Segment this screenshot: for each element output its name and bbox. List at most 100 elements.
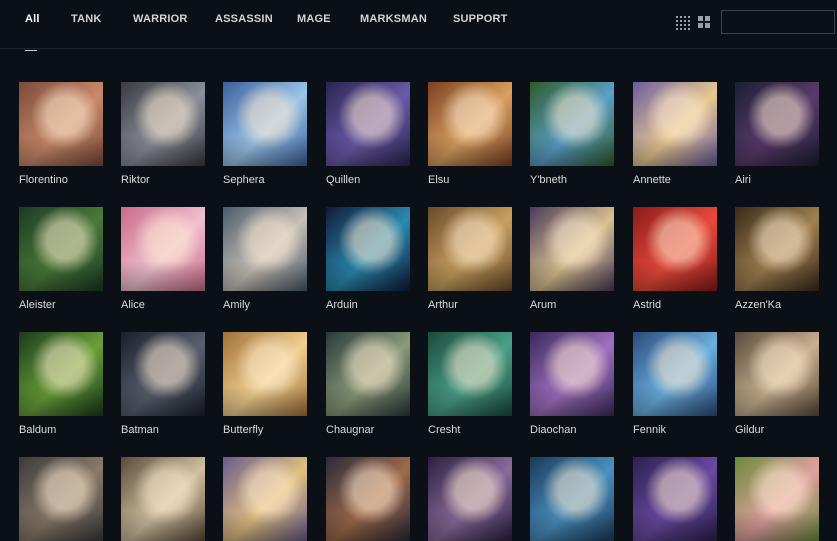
hero-name: Elsu xyxy=(428,174,450,186)
hero-portrait[interactable] xyxy=(633,332,717,416)
hero-card[interactable]: Azzen'Ka xyxy=(735,207,819,311)
active-tab-indicator xyxy=(25,50,37,51)
hero-card[interactable] xyxy=(326,457,410,541)
category-bar: All TANK WARRIOR ASSASSIN MAGE MARKSMAN … xyxy=(0,0,837,49)
hero-name: Arthur xyxy=(428,299,458,311)
hero-portrait[interactable] xyxy=(428,332,512,416)
hero-name: Riktor xyxy=(121,174,150,186)
hero-name: Arduin xyxy=(326,299,358,311)
hero-card[interactable]: Amily xyxy=(223,207,307,311)
hero-portrait[interactable] xyxy=(223,332,307,416)
tab-all[interactable]: All xyxy=(25,13,40,25)
hero-card[interactable]: Arduin xyxy=(326,207,410,311)
hero-portrait[interactable] xyxy=(530,457,614,541)
hero-portrait[interactable] xyxy=(326,457,410,541)
hero-portrait[interactable] xyxy=(326,82,410,166)
hero-card[interactable]: Baldum xyxy=(19,332,103,436)
hero-name: Chaugnar xyxy=(326,424,375,436)
hero-portrait[interactable] xyxy=(121,207,205,291)
hero-portrait[interactable] xyxy=(223,82,307,166)
search-input[interactable] xyxy=(722,11,834,33)
hero-card[interactable] xyxy=(121,457,205,541)
tab-support[interactable]: SUPPORT xyxy=(453,13,508,25)
hero-portrait[interactable] xyxy=(428,207,512,291)
hero-portrait[interactable] xyxy=(19,332,103,416)
hero-name: Y'bneth xyxy=(530,174,567,186)
hero-name: Quillen xyxy=(326,174,361,186)
hero-portrait[interactable] xyxy=(326,332,410,416)
hero-name: Cresht xyxy=(428,424,461,436)
hero-card[interactable]: Florentino xyxy=(19,82,103,186)
hero-portrait[interactable] xyxy=(121,332,205,416)
hero-card[interactable]: Aleister xyxy=(19,207,103,311)
tab-warrior[interactable]: WARRIOR xyxy=(133,13,188,25)
hero-card[interactable] xyxy=(633,457,717,541)
hero-portrait[interactable] xyxy=(326,207,410,291)
hero-name: Batman xyxy=(121,424,159,436)
hero-card[interactable]: Riktor xyxy=(121,82,205,186)
hero-portrait[interactable] xyxy=(633,82,717,166)
hero-portrait[interactable] xyxy=(428,82,512,166)
hero-card[interactable]: Diaochan xyxy=(530,332,614,436)
hero-card[interactable]: Arum xyxy=(530,207,614,311)
hero-name: Sephera xyxy=(223,174,265,186)
hero-name: Butterfly xyxy=(223,424,264,436)
hero-card[interactable]: Cresht xyxy=(428,332,512,436)
hero-card[interactable] xyxy=(19,457,103,541)
hero-card[interactable]: Astrid xyxy=(633,207,717,311)
hero-name: Airi xyxy=(735,174,751,186)
hero-portrait[interactable] xyxy=(223,457,307,541)
hero-name: Fennik xyxy=(633,424,667,436)
hero-name: Alice xyxy=(121,299,145,311)
hero-portrait[interactable] xyxy=(19,207,103,291)
hero-card[interactable]: Arthur xyxy=(428,207,512,311)
hero-portrait[interactable] xyxy=(19,457,103,541)
hero-portrait[interactable] xyxy=(735,457,819,541)
hero-name: Diaochan xyxy=(530,424,577,436)
hero-name: Arum xyxy=(530,299,557,311)
hero-name: Gildur xyxy=(735,424,765,436)
hero-name: Annette xyxy=(633,174,671,186)
hero-card[interactable]: Sephera xyxy=(223,82,307,186)
hero-card[interactable] xyxy=(530,457,614,541)
hero-portrait[interactable] xyxy=(530,82,614,166)
tab-mage[interactable]: MAGE xyxy=(297,13,331,25)
hero-portrait[interactable] xyxy=(121,82,205,166)
search-box[interactable] xyxy=(721,10,835,34)
hero-name: Florentino xyxy=(19,174,68,186)
hero-name: Azzen'Ka xyxy=(735,299,782,311)
hero-card[interactable]: Chaugnar xyxy=(326,332,410,436)
hero-card[interactable]: Alice xyxy=(121,207,205,311)
hero-card[interactable]: Fennik xyxy=(633,332,717,436)
hero-portrait[interactable] xyxy=(19,82,103,166)
tab-marksman[interactable]: MARKSMAN xyxy=(360,13,427,25)
hero-card[interactable]: Gildur xyxy=(735,332,819,436)
hero-card[interactable]: Batman xyxy=(121,332,205,436)
hero-portrait[interactable] xyxy=(735,207,819,291)
hero-portrait[interactable] xyxy=(428,457,512,541)
hero-card[interactable]: Annette xyxy=(633,82,717,186)
hero-portrait[interactable] xyxy=(633,207,717,291)
hero-card[interactable]: Butterfly xyxy=(223,332,307,436)
tab-tank[interactable]: TANK xyxy=(71,13,102,25)
hero-portrait[interactable] xyxy=(735,82,819,166)
hero-portrait[interactable] xyxy=(121,457,205,541)
hero-portrait[interactable] xyxy=(735,332,819,416)
hero-card[interactable]: Airi xyxy=(735,82,819,186)
hero-card[interactable] xyxy=(223,457,307,541)
grid-large-icon[interactable] xyxy=(698,16,710,28)
hero-portrait[interactable] xyxy=(530,207,614,291)
hero-name: Amily xyxy=(223,299,250,311)
hero-name: Astrid xyxy=(633,299,662,311)
hero-card[interactable] xyxy=(735,457,819,541)
grid-small-icon[interactable] xyxy=(676,16,690,30)
hero-card[interactable]: Quillen xyxy=(326,82,410,186)
hero-portrait[interactable] xyxy=(530,332,614,416)
hero-portrait[interactable] xyxy=(223,207,307,291)
hero-portrait[interactable] xyxy=(633,457,717,541)
hero-name: Baldum xyxy=(19,424,57,436)
hero-card[interactable]: Y'bneth xyxy=(530,82,614,186)
hero-card[interactable]: Elsu xyxy=(428,82,512,186)
tab-assassin[interactable]: ASSASSIN xyxy=(215,13,273,25)
hero-card[interactable] xyxy=(428,457,512,541)
